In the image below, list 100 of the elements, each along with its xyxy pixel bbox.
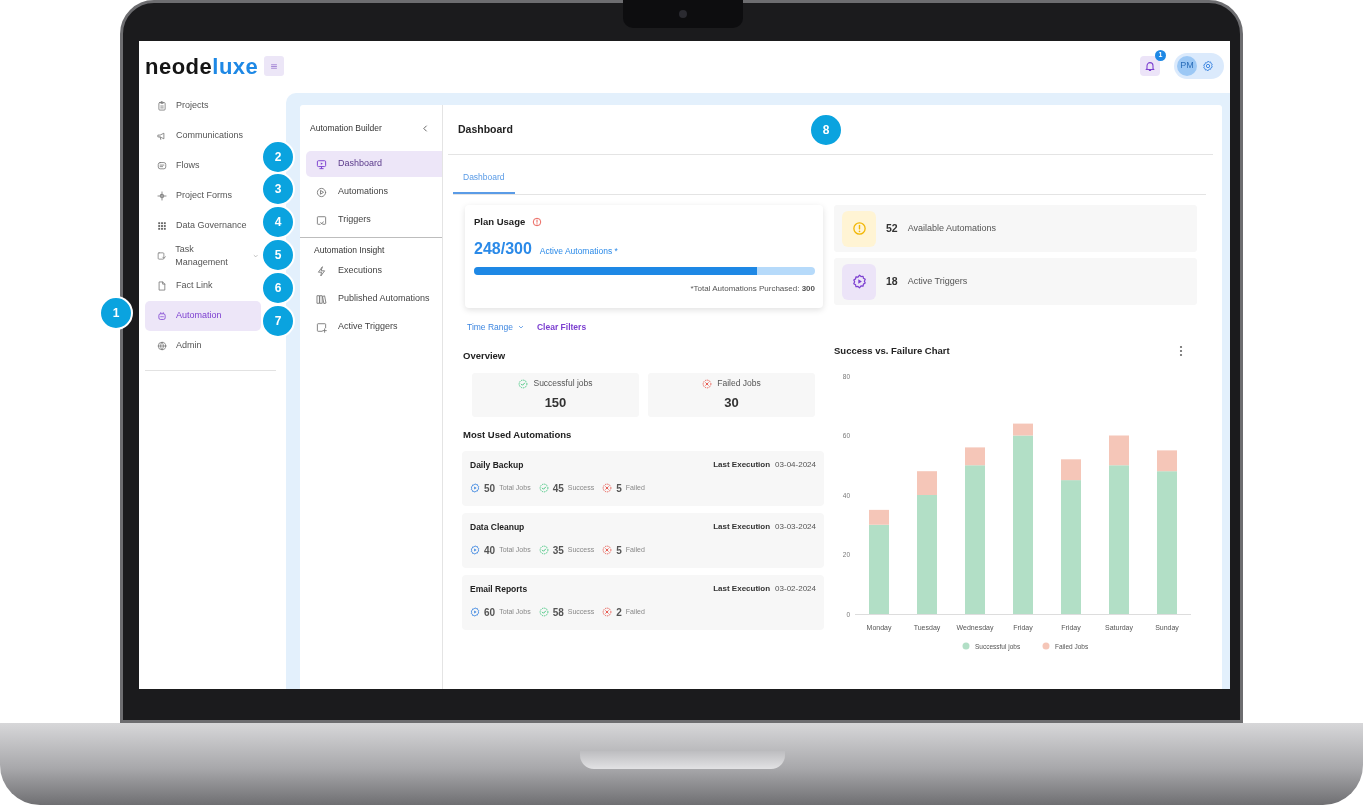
grid-icon (157, 221, 167, 231)
card-label: Failed Jobs (717, 377, 761, 391)
check-circle-icon (538, 607, 549, 618)
automation-name: Email Reports (470, 583, 528, 596)
nav-item[interactable]: Dashboard (306, 151, 442, 177)
sidebar-item[interactable]: Projects (145, 91, 261, 121)
x-circle-icon (602, 607, 613, 618)
total-jobs: 50 (484, 481, 496, 496)
last-execution-label: Last Execution (713, 521, 771, 534)
check-circle-icon (538, 545, 549, 556)
usage-count: 248/300 (474, 239, 532, 260)
sidebar-item[interactable]: Admin (145, 331, 261, 361)
sidebar-item[interactable]: Data Governance (145, 211, 261, 241)
user-avatar: PM (1177, 56, 1197, 76)
total-jobs: 60 (484, 605, 496, 620)
x-circle-icon (602, 483, 613, 494)
books-icon (316, 293, 327, 305)
time-range-dropdown[interactable]: Time Range (467, 320, 525, 334)
clear-filters-link[interactable]: Clear Filters (537, 320, 587, 334)
sidebar-item[interactable]: Automation (145, 301, 261, 331)
play-circle-icon (316, 186, 327, 198)
execution-date: 03-03-2024 (775, 521, 816, 534)
robot-icon (157, 311, 167, 321)
last-execution-label: Last Execution (713, 459, 771, 472)
step-marker: 1 (99, 296, 133, 330)
execution-date: 03-02-2024 (775, 583, 816, 596)
success-count: 35 (552, 543, 564, 558)
chevron-left-icon (421, 123, 430, 133)
section-heading: Automation Insight (313, 243, 386, 257)
failed-count: 5 (616, 543, 622, 558)
check-circle-icon (538, 483, 549, 494)
document-icon (157, 281, 167, 291)
info-icon (532, 217, 543, 228)
stat-label: Active Triggers (907, 274, 968, 288)
card-label: Successful jobs (533, 377, 593, 391)
chart-title: Success vs. Failure Chart (834, 343, 950, 358)
play-gear-icon (470, 545, 480, 556)
success-count: 45 (552, 481, 564, 496)
usage-label: Active Automations * (539, 245, 618, 258)
screen-plus-icon (316, 321, 327, 333)
globe-icon (157, 341, 167, 351)
card-value: 30 (724, 394, 739, 413)
collapse-button[interactable] (421, 123, 430, 133)
failure-bar (869, 509, 889, 525)
stat-value: 18 (886, 273, 898, 289)
alert-icon (851, 221, 867, 236)
nav-item[interactable]: Automations (306, 179, 442, 205)
logo: neodeluxe (145, 52, 259, 81)
section-title: Overview (462, 348, 507, 363)
sidebar-item[interactable]: Task Management (145, 241, 261, 271)
chevron-down-icon (517, 323, 525, 331)
bell-icon (1144, 60, 1156, 72)
nav-item[interactable]: Triggers (306, 207, 442, 233)
panel-title: Automation Builder (310, 121, 382, 135)
stat-label: Available Automations (907, 221, 997, 235)
failure-bar (1013, 423, 1033, 436)
more-icon (1179, 345, 1183, 357)
failure-bar (1061, 459, 1081, 481)
failure-bar (1157, 450, 1177, 472)
settings-icon (1202, 60, 1214, 72)
sidebar-item[interactable]: Flows (145, 151, 261, 181)
menu-button[interactable] (264, 56, 285, 76)
nav-item[interactable]: Active Triggers (306, 314, 442, 340)
failure-bar (965, 447, 985, 466)
automation-name: Data Cleanup (470, 521, 525, 534)
more-button[interactable] (1179, 345, 1183, 357)
purchased-note: *Total Automations Purchased: 300 (690, 284, 815, 294)
execution-date: 03-04-2024 (775, 459, 816, 472)
nav-item[interactable]: Published Automations (306, 286, 442, 312)
x-circle-icon (702, 378, 713, 389)
sidebar-item[interactable]: Project Forms (145, 181, 261, 211)
failed-count: 5 (616, 481, 622, 496)
lightning-icon (316, 265, 327, 277)
camera-icon (679, 10, 687, 18)
megaphone-icon (157, 131, 167, 141)
check-circle-icon (518, 378, 529, 389)
x-circle-icon (602, 545, 613, 556)
section-title: Most Used Automations (462, 427, 573, 442)
card-value: 150 (544, 394, 567, 413)
stat-value: 52 (886, 220, 898, 236)
sidebar-item[interactable]: Communications (145, 121, 261, 151)
failure-bar (917, 471, 937, 495)
message-icon (157, 161, 167, 171)
play-gear-icon (851, 274, 867, 289)
notification-button[interactable] (1140, 56, 1160, 76)
flow-icon (157, 191, 167, 201)
sidebar-item[interactable]: Fact Link (145, 271, 261, 301)
total-jobs: 40 (484, 543, 496, 558)
monitor-icon (316, 158, 327, 170)
failure-bar (1109, 435, 1129, 466)
automation-name: Daily Backup (470, 459, 524, 472)
last-execution-label: Last Execution (713, 583, 771, 596)
success-count: 58 (552, 605, 564, 620)
clipboard-icon (157, 101, 167, 111)
task-icon (157, 251, 167, 261)
failed-count: 2 (616, 605, 622, 620)
card-title: Plan Usage (474, 215, 526, 229)
screen-icon (316, 214, 327, 226)
play-gear-icon (470, 607, 480, 618)
nav-item[interactable]: Executions (306, 258, 442, 284)
